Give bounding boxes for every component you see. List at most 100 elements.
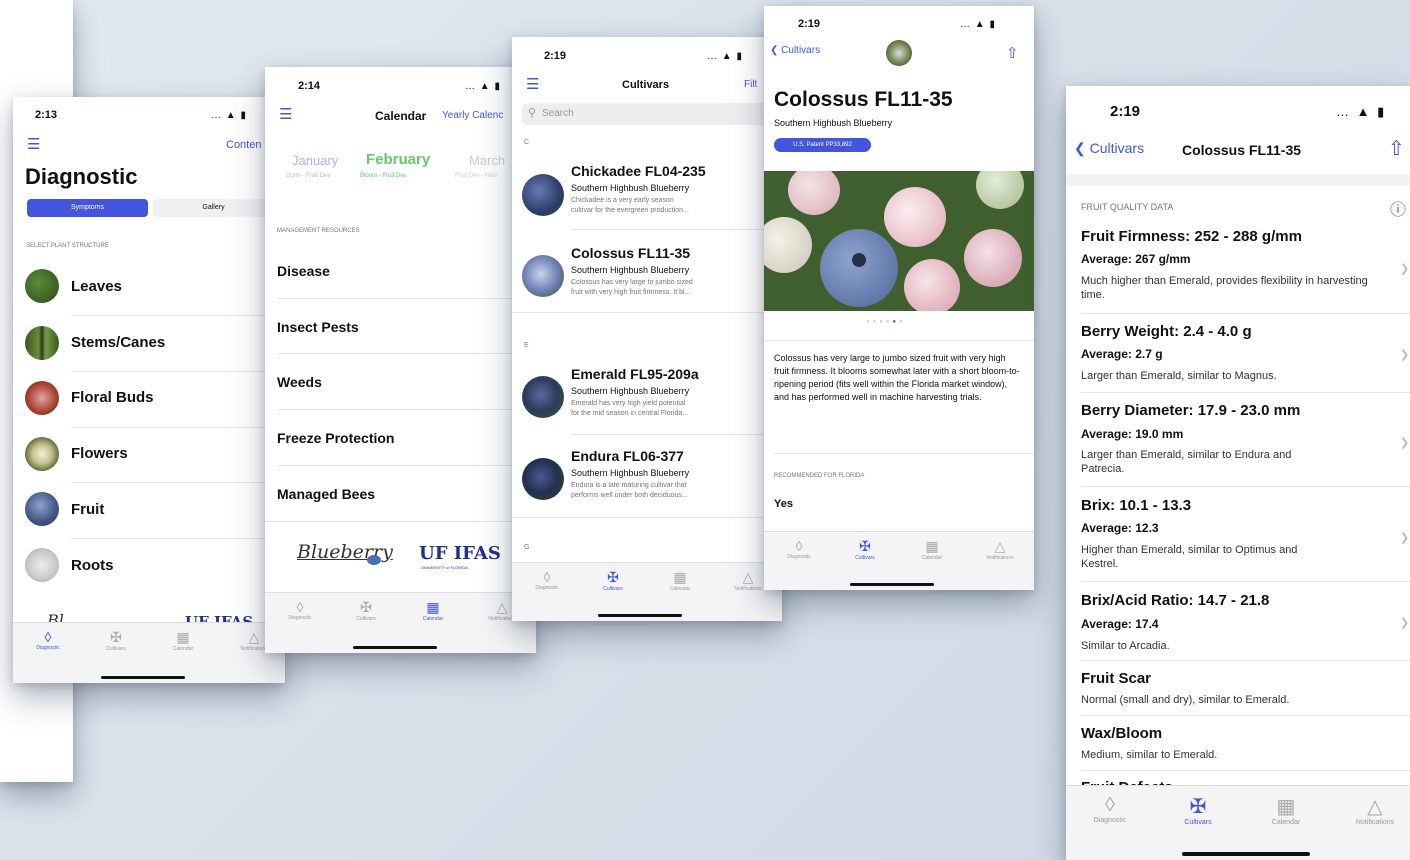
phone-fruit-quality: 2:19 … ▲ ▮ ❮ Cultivars Colossus FL11-35 … — [1066, 86, 1410, 860]
divider — [1081, 486, 1410, 487]
leaves-thumbnail — [25, 269, 59, 303]
section-index-e: E — [524, 342, 529, 349]
tab-diagnostic[interactable]: ◊ Diagnostic — [25, 629, 71, 651]
resource-freeze-protection[interactable]: Freeze Protection — [277, 430, 394, 446]
status-icons: … ▲ ▮ — [465, 81, 501, 92]
yearly-calendar-link[interactable]: Yearly Calenc — [442, 110, 503, 121]
home-indicator — [1182, 852, 1310, 856]
divider — [265, 521, 536, 522]
share-icon[interactable]: ⇧ — [1006, 44, 1019, 62]
tab-calendar[interactable]: ▦ Calendar — [1256, 794, 1316, 826]
resource-disease[interactable]: Disease — [277, 263, 330, 279]
section-index-c: C — [524, 139, 530, 146]
menu-icon[interactable]: ☰ — [279, 105, 292, 123]
content-link[interactable]: Conten — [226, 139, 261, 151]
divider — [1081, 313, 1410, 314]
blueberry-icon — [367, 555, 381, 565]
plant-icon: ✠ — [110, 629, 122, 645]
calendar-icon: ▦ — [1276, 796, 1296, 818]
home-indicator — [850, 583, 934, 586]
search-field[interactable]: ⚲ Search — [522, 103, 772, 125]
tab-calendar[interactable]: ▦ Calendar — [410, 599, 456, 622]
tab-label: Calendar — [1271, 819, 1301, 826]
tab-calendar[interactable]: ▦ Calendar — [160, 629, 206, 652]
divider — [71, 315, 285, 316]
carousel-dots[interactable]: ●●●●●● — [866, 319, 906, 325]
list-item-label: Floral Buds — [71, 389, 154, 406]
month-phase: Fruit Dev - Harv — [455, 173, 498, 179]
tab-diagnostic[interactable]: ◊ Diagnostic — [524, 569, 570, 591]
divider — [512, 312, 782, 313]
segment-gallery[interactable]: Gallery — [153, 199, 274, 217]
list-item-label: Leaves — [71, 278, 122, 295]
tab-diagnostic[interactable]: ◊ Diagnostic — [776, 538, 822, 560]
cultivar-desc: Colossus has very large to jumbo sized — [571, 279, 693, 286]
info-icon[interactable]: ⓘ — [1390, 196, 1406, 220]
menu-icon[interactable]: ☰ — [526, 75, 539, 93]
tab-calendar[interactable]: ▦ Calendar — [657, 569, 703, 592]
chevron-right-icon: ❯ — [1400, 617, 1410, 629]
status-icons: … ▲ ▮ — [1336, 104, 1387, 119]
filter-link[interactable]: Filt — [744, 79, 757, 90]
status-icons: … ▲ ▮ — [707, 51, 743, 62]
chevron-right-icon: ❯ — [1400, 532, 1410, 544]
search-icon: ⚲ — [528, 107, 537, 119]
resource-weeds[interactable]: Weeds — [277, 374, 322, 390]
phone-calendar: 2:14 … ▲ ▮ ☰ Calendar Yearly Calenc Janu… — [265, 67, 536, 653]
divider — [71, 538, 285, 539]
quality-title: Wax/Bloom — [1081, 725, 1163, 742]
roots-thumbnail — [25, 548, 59, 582]
divider — [277, 409, 536, 410]
tab-notifications[interactable]: △ Notifications — [974, 538, 1026, 561]
resource-insect-pests[interactable]: Insect Pests — [277, 319, 359, 335]
back-button[interactable]: ❮ Cultivars — [770, 45, 820, 56]
list-item-label: Flowers — [71, 445, 128, 462]
calendar-icon: ▦ — [673, 569, 687, 585]
uf-ifas-logo-subtitle: UNIVERSITY of FLORIDA — [421, 565, 468, 570]
tab-label: Diagnostic — [535, 585, 559, 591]
quality-note: Similar to Arcadia. — [1081, 640, 1170, 652]
quality-average: Average: 17.4 — [1081, 617, 1159, 631]
phone-cultivars: 2:19 … ▲ ▮ ☰ Cultivars Filt ⚲ Search C C… — [512, 37, 782, 621]
home-indicator — [598, 614, 682, 617]
cultivar-title: Colossus FL11-35 — [774, 88, 953, 111]
share-icon[interactable]: ⇧ — [1388, 136, 1405, 161]
back-button[interactable]: ❮ Cultivars — [1074, 140, 1144, 157]
menu-icon[interactable]: ☰ — [27, 135, 40, 153]
tab-cultivars[interactable]: ✠ Cultivars — [343, 599, 389, 622]
tab-notifications[interactable]: △ Notifications — [1342, 794, 1408, 826]
month-name: January — [292, 153, 339, 168]
status-time: 2:19 — [1110, 103, 1141, 120]
calendar-icon: ▦ — [176, 629, 190, 645]
leaf-icon: ◊ — [795, 538, 803, 554]
plant-icon: ✠ — [360, 599, 372, 615]
divider — [1081, 660, 1410, 661]
tab-cultivars[interactable]: ✠ Cultivars — [842, 538, 888, 561]
tab-cultivars[interactable]: ✠ Cultivars — [1168, 794, 1228, 826]
divider — [571, 229, 782, 230]
divider — [512, 517, 782, 518]
quality-note: Much higher than Emerald, provides flexi… — [1081, 275, 1368, 301]
tab-bar: ◊ Diagnostic ✠ Cultivars ▦ Calendar △ No… — [13, 622, 285, 683]
tab-bar: ◊ Diagnostic ✠ Cultivars ▦ Calendar △ No… — [512, 562, 782, 621]
tab-diagnostic[interactable]: ◊ Diagnostic — [1080, 794, 1140, 824]
tab-calendar[interactable]: ▦ Calendar — [909, 538, 955, 561]
tab-label: Notifications — [1355, 819, 1395, 826]
content-bg — [1066, 174, 1410, 186]
fruit-thumbnail — [25, 492, 59, 526]
tab-label: Diagnostic — [288, 615, 312, 621]
tab-label: Calendar — [669, 586, 691, 592]
quality-average: Average: 267 g/mm — [1081, 252, 1191, 266]
resource-managed-bees[interactable]: Managed Bees — [277, 486, 375, 502]
recommended-value: Yes — [774, 498, 793, 510]
tab-diagnostic[interactable]: ◊ Diagnostic — [277, 599, 323, 621]
endura-thumbnail — [522, 458, 564, 500]
tab-cultivars[interactable]: ✠ Cultivars — [93, 629, 139, 652]
berry — [852, 253, 866, 267]
tab-label: Cultivars — [106, 646, 126, 652]
segment-symptoms[interactable]: Symptoms — [27, 199, 148, 217]
cultivar-desc: performs well under both deciduous... — [571, 492, 688, 499]
tab-cultivars[interactable]: ✠ Cultivars — [590, 569, 636, 592]
status-time: 2:19 — [544, 50, 567, 62]
tab-bar: ◊ Diagnostic ✠ Cultivars ▦ Calendar △ No… — [1066, 785, 1410, 860]
